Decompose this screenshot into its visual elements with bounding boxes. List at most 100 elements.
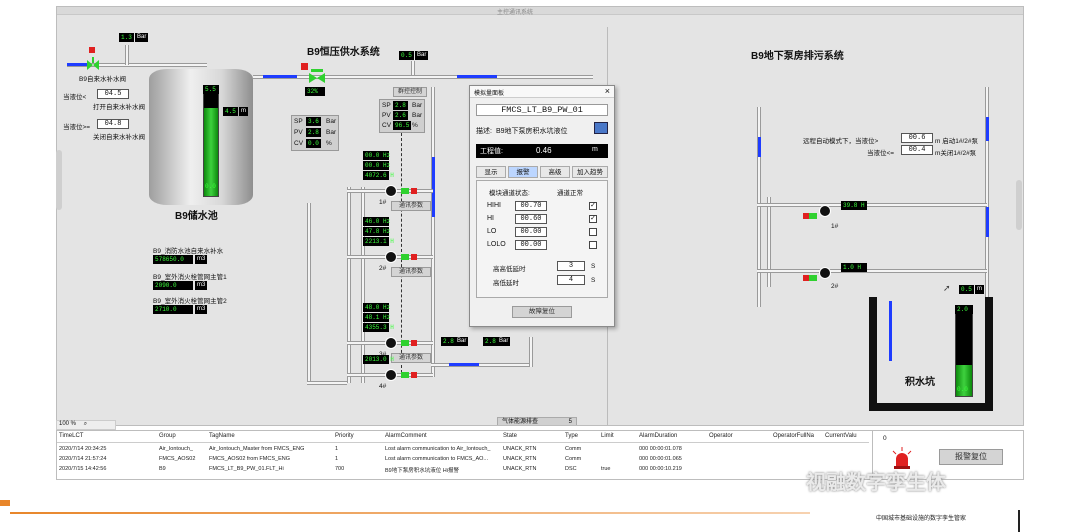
tab-display[interactable]: 显示 [476, 166, 506, 178]
tab-advanced[interactable]: 高级 [540, 166, 570, 178]
zoom-search-icon[interactable]: ⌕ [84, 421, 87, 427]
limit-hihi-checkbox[interactable]: ✓ [589, 202, 597, 210]
alarm-cell: B9地下泵房积水坑液位 Hi报警 [385, 468, 459, 474]
pid-panel-2: SP 2.8 Bar PV 2.6 Bar CV 96.5 % [379, 99, 425, 133]
alarm-col-header[interactable]: Operator [709, 433, 733, 439]
control-signal-line [401, 133, 402, 373]
main-valve-mode-icon [301, 63, 308, 70]
limit-lolo-input[interactable]: 00.00 [515, 240, 547, 250]
start-level-input[interactable]: 00.6 [901, 133, 933, 143]
trend-chart-icon[interactable] [594, 122, 608, 134]
main-valve-icon[interactable] [309, 67, 325, 83]
suction-pipe-h [307, 381, 347, 385]
limit-hihi-input[interactable]: 00.70 [515, 201, 547, 211]
pv2-label: PV [382, 112, 391, 119]
zoom-level: 100 % [59, 421, 77, 427]
delay-low-input[interactable]: 4 [557, 275, 585, 285]
watermark: 视融数字孪生体 [806, 472, 946, 494]
alarm-col-header[interactable]: TimeLCT [59, 433, 83, 439]
left-margin [0, 0, 56, 490]
limit-lo-checkbox[interactable] [589, 228, 597, 236]
pump-1-comm-button[interactable]: 通讯参数 [391, 201, 431, 211]
limit-lolo-checkbox[interactable] [589, 241, 597, 249]
tab-alarm[interactable]: 报警 [508, 166, 538, 178]
close-level-input[interactable]: 04.8 [97, 119, 129, 129]
fault-reset-button[interactable]: 故障复位 [512, 306, 572, 318]
alarm-cell: 000 00:00:01.065 [639, 456, 682, 462]
alarm-cell: Comm [565, 446, 582, 452]
analog-panel-dialog: 模拟量面板 × FMCS_LT_B9_PW_01 描述: B9地下泵房积水坑液位… [469, 85, 615, 327]
cv2-label: CV [382, 122, 392, 129]
tank-level-side-value: 4.5 [223, 107, 238, 116]
dialog-titlebar[interactable]: 模拟量面板 × [470, 86, 614, 98]
table-row[interactable]: 2020/7/14 21:57:24 FMCS_AOS02 FMCS_AOS02 f… [57, 455, 869, 465]
tab-add-trend[interactable]: 加入趋势 [572, 166, 608, 178]
pump-3-hz1: 48.0 Hz [363, 303, 391, 312]
pump-3-icon[interactable] [385, 337, 397, 349]
pit-level-value: 0.5 [959, 285, 974, 294]
pump-3-alarm-indicator [411, 340, 417, 346]
sp-value: 3.6 [306, 117, 321, 126]
alarm-cell: 1 [335, 456, 339, 462]
alarm-col-header[interactable]: CurrentValu [825, 433, 857, 439]
pump-2-icon[interactable] [385, 251, 397, 263]
pit-flow-1 [889, 301, 892, 361]
alarm-cell: UNACK_RTN [503, 466, 537, 472]
pump-2-comm-button[interactable]: 通讯参数 [391, 267, 431, 277]
table-row[interactable]: 2020/7/15 14:42:56 B9 FMCS_LT_B9_PW_01.FLT… [57, 465, 869, 475]
pump-1-icon[interactable] [385, 185, 397, 197]
table-row[interactable]: 2020/7/14 20:34:25 Air_Iontouch_ Air_Ionto… [57, 445, 869, 455]
pump1-line [757, 203, 987, 207]
alarm-col-header[interactable]: Priority [335, 433, 354, 439]
sewage-pump2-icon[interactable] [819, 267, 831, 279]
inlet-pressure-unit: Bar [135, 33, 149, 42]
alarm-cell: 700 [335, 466, 345, 472]
alarm-reset-button[interactable]: 报警复位 [939, 449, 1003, 465]
delay-high-unit: S [591, 263, 596, 270]
pump-1-hz2: 00.0 Hz [363, 161, 391, 170]
limit-lo-input[interactable]: 00.00 [515, 227, 547, 237]
alarm-cell: 2020/7/15 14:42:56 [59, 466, 107, 472]
dialog-close-button[interactable]: × [605, 86, 610, 96]
pv2-unit: Bar [412, 112, 423, 119]
alarm-cell: FMCS_AOS02 from FMCS_ENG [209, 456, 290, 462]
alarm-cell: 2020/7/14 20:34:25 [59, 446, 107, 452]
inlet-valve-icon[interactable] [87, 57, 99, 71]
zoom-control[interactable]: 100 % ⌕ [56, 420, 116, 430]
limit-hi-checkbox[interactable]: ✓ [589, 215, 597, 223]
group-control-button[interactable]: 群控控制 [393, 87, 427, 97]
pump-1-hz1: 00.0 Hz [363, 151, 391, 160]
alarm-col-header[interactable]: Type [565, 433, 578, 439]
limit-hi-label: HI [487, 215, 494, 222]
outlet-pressure-unit: Bar [415, 51, 429, 60]
alarm-cell: UNACK_RTN [503, 446, 537, 452]
cv2-value: 96.5 [393, 121, 412, 130]
pump-4-run-indicator [401, 372, 409, 378]
open-level-input[interactable]: 04.5 [97, 89, 129, 99]
alarm-col-header[interactable]: Group [159, 433, 176, 439]
limit-hi-input[interactable]: 00.60 [515, 214, 547, 224]
stop-level-input[interactable]: 00.4 [901, 145, 933, 155]
alarm-col-header[interactable]: AlarmDuration [639, 433, 677, 439]
cv-unit: % [326, 140, 332, 147]
alarm-col-header[interactable]: Limit [601, 433, 614, 439]
pit-level-bar [955, 305, 973, 397]
alarm-col-header[interactable]: AlarmComment [385, 433, 427, 439]
alarm-col-header[interactable]: TagName [209, 433, 235, 439]
alarm-col-header[interactable]: OperatorFullNa [773, 433, 814, 439]
pump-2-alarm-indicator [411, 254, 417, 260]
main-valve-open-value: 32% [305, 87, 325, 96]
top-bar [57, 7, 1023, 15]
pump-4-icon[interactable] [385, 369, 397, 381]
sewage-pump1-icon[interactable] [819, 205, 831, 217]
alarm-col-header[interactable]: State [503, 433, 517, 439]
pump-3-comm-button[interactable]: 通讯参数 [391, 353, 431, 363]
right-scrollbar[interactable] [1016, 180, 1022, 230]
delay-high-input[interactable]: 3 [557, 261, 585, 271]
left-scrollbar[interactable] [56, 150, 62, 210]
pv-label: PV [294, 129, 303, 136]
bottom-pressure-2-unit: Bar [497, 337, 511, 346]
energy-tab[interactable]: 气体能源排查 5 [497, 417, 577, 425]
sp2-value: 2.8 [393, 101, 408, 110]
inlet-pressure-value: 1.3 [119, 33, 134, 42]
